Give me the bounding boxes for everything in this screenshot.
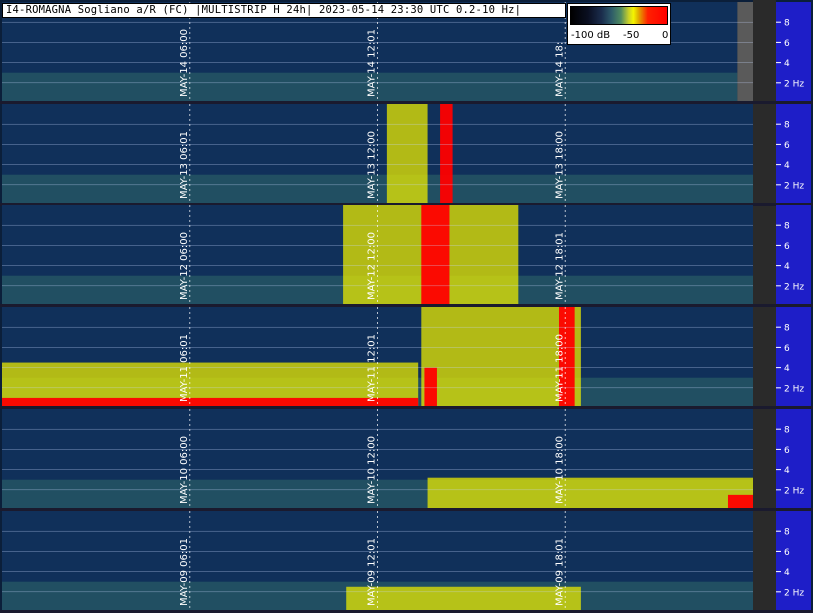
time-marker-label: MAY-14 06:00 [179, 29, 190, 97]
frequency-tick-label: 6 [784, 548, 790, 558]
spectrogram-figure: MAY-14 06:00 MAY-14 12:01 MAY-14 18: 8 6 4 2 H… [0, 0, 813, 613]
frequency-tick-label: 4 [784, 466, 790, 476]
frequency-tick-label: 8 [784, 19, 790, 29]
frequency-tick-label: 8 [784, 528, 790, 538]
time-marker-label: MAY-12 06:00 [179, 232, 190, 300]
time-marker-label: MAY-10 12:00 [367, 436, 378, 504]
time-marker-label: MAY-11 18:00 [554, 334, 565, 402]
frequency-tick-label: 2 Hz [784, 384, 804, 394]
burst-0 [386, 104, 428, 203]
burst-1 [440, 104, 453, 203]
burst-1 [2, 397, 419, 406]
frequency-tick-label: 2 Hz [784, 282, 804, 292]
time-marker-label: MAY-13 06:01 [179, 131, 190, 199]
color-scale-bar [570, 6, 668, 25]
strip-2023-05-10: MAY-10 06:00 MAY-10 12:00 MAY-10 18:00 8 6 4 2… [0, 409, 813, 511]
time-marker-label: MAY-10 06:00 [179, 436, 190, 504]
strip-separator [0, 508, 813, 511]
strip-separator [0, 304, 813, 307]
time-marker-label: MAY-10 18:00 [554, 436, 565, 504]
multistrip-spectrogram: MAY-14 06:00 MAY-14 12:01 MAY-14 18: 8 6 4 2 H… [0, 0, 813, 613]
strip-2023-05-11: MAY-11 06:01 MAY-11 12:01 MAY-11 18:00 8 6 4 2… [0, 307, 813, 409]
time-marker-label: MAY-12 18:01 [554, 232, 565, 300]
burst-0 [427, 477, 753, 508]
strip-2023-05-13: MAY-13 06:01 MAY-13 12:00 MAY-13 18:00 8 6 4 2… [0, 104, 813, 206]
strip-2023-05-09: MAY-09 06:01 MAY-09 12:01 MAY-09 18:01 8 6 4 2… [0, 511, 813, 613]
frequency-tick-label: 6 [784, 242, 790, 252]
legend-label-mid: -50 [623, 30, 640, 41]
strip-2023-05-12: MAY-12 06:00 MAY-12 12:00 MAY-12 18:01 8 6 4 2… [0, 205, 813, 307]
burst-1 [421, 205, 450, 304]
burst-3 [424, 367, 437, 406]
frequency-tick-label: 8 [784, 426, 790, 436]
time-marker-label: MAY-14 12:01 [367, 29, 378, 97]
frequency-tick-label: 8 [784, 222, 790, 232]
legend-label-max: 0 [662, 30, 669, 41]
color-scale-legend: -100 dB -50 0 [567, 3, 671, 45]
strip-separator [0, 101, 813, 104]
frequency-tick-label: 4 [784, 59, 790, 69]
time-marker-label: MAY-09 18:01 [554, 538, 565, 606]
legend-label-min: -100 dB [571, 30, 611, 41]
frequency-tick-label: 2 Hz [784, 181, 804, 191]
strip-no-data [737, 2, 753, 101]
frequency-tick-label: 8 [784, 121, 790, 131]
frequency-tick-label: 2 Hz [784, 79, 804, 89]
strip-separator [0, 406, 813, 409]
frequency-tick-label: 4 [784, 568, 790, 578]
time-marker-label: MAY-13 12:00 [367, 131, 378, 199]
time-marker-label: MAY-11 12:01 [367, 334, 378, 402]
time-marker-label: MAY-14 18: [554, 42, 565, 97]
frequency-tick-label: 8 [784, 324, 790, 334]
burst-1 [727, 494, 753, 508]
frequency-tick-label: 2 Hz [784, 588, 804, 598]
frequency-tick-label: 6 [784, 141, 790, 151]
strip-low-frequency-band [2, 174, 753, 203]
frequency-tick-label: 6 [784, 446, 790, 456]
chart-title: I4-ROMAGNA Sogliano a/R (FC) |MULTISTRIP… [2, 3, 566, 18]
frequency-tick-label: 4 [784, 262, 790, 272]
time-marker-label: MAY-11 06:01 [179, 334, 190, 402]
time-marker-label: MAY-09 06:01 [179, 538, 190, 606]
frequency-tick-label: 2 Hz [784, 486, 804, 496]
burst-0 [346, 586, 581, 610]
frequency-tick-label: 6 [784, 39, 790, 49]
frequency-tick-label: 4 [784, 364, 790, 374]
frequency-tick-label: 4 [784, 161, 790, 171]
time-marker-label: MAY-09 12:01 [367, 538, 378, 606]
time-marker-label: MAY-12 12:00 [367, 232, 378, 300]
frequency-tick-label: 6 [784, 344, 790, 354]
time-marker-label: MAY-13 18:00 [554, 131, 565, 199]
